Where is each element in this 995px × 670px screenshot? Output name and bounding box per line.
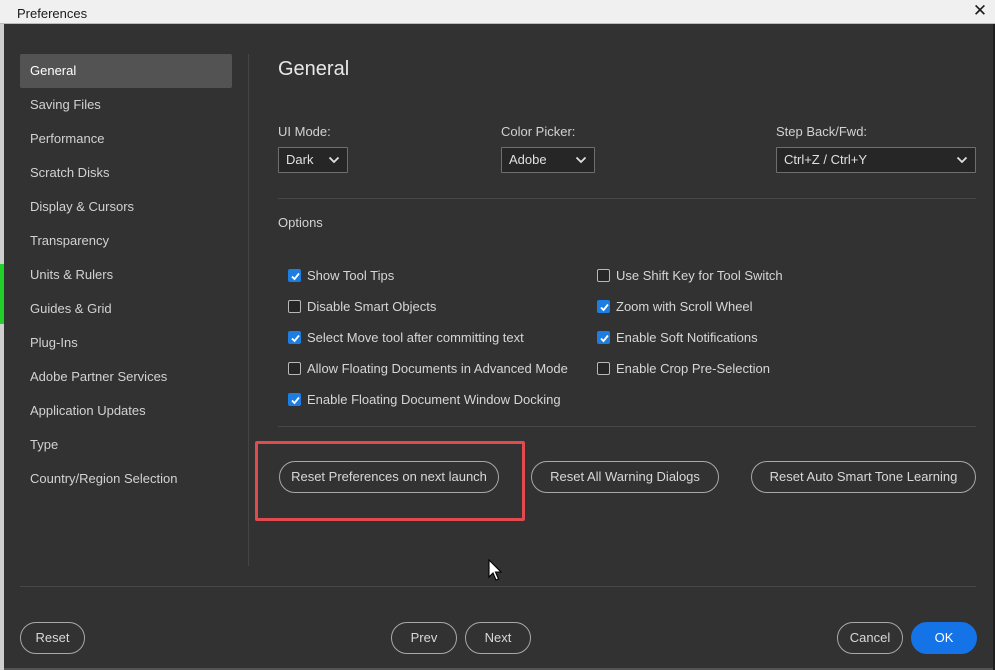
sidebar-item-units-rulers[interactable]: Units & Rulers xyxy=(20,258,232,292)
checkbox-checked[interactable] xyxy=(288,330,301,344)
options-divider xyxy=(278,426,976,427)
sidebar-item-display-cursors[interactable]: Display & Cursors xyxy=(20,190,232,224)
prev-button[interactable]: Prev xyxy=(391,622,457,654)
cancel-button[interactable]: Cancel xyxy=(837,622,903,654)
checkbox-unchecked[interactable] xyxy=(288,361,301,375)
checkmark-icon xyxy=(291,396,300,404)
sidebar-item-guides-grid[interactable]: Guides & Grid xyxy=(20,292,232,326)
mouse-pointer-icon xyxy=(488,559,503,581)
option-select-move-tool[interactable]: Select Move tool after committing text xyxy=(288,328,524,346)
highlight-annotation xyxy=(255,441,525,521)
option-shift-key-tool-switch[interactable]: Use Shift Key for Tool Switch xyxy=(597,266,783,284)
reset-warning-dialogs-button[interactable]: Reset All Warning Dialogs xyxy=(531,461,719,493)
option-zoom-scroll-wheel[interactable]: Zoom with Scroll Wheel xyxy=(597,297,753,315)
option-floating-window-docking[interactable]: Enable Floating Document Window Docking xyxy=(288,390,561,408)
window-title: Preferences xyxy=(17,6,88,21)
footer-divider xyxy=(20,586,976,587)
option-label: Enable Soft Notifications xyxy=(616,329,758,345)
section-divider xyxy=(278,198,976,199)
option-label: Disable Smart Objects xyxy=(307,298,437,314)
sidebar-divider xyxy=(248,54,249,566)
step-back-label: Step Back/Fwd: xyxy=(776,124,868,139)
sidebar-item-type[interactable]: Type xyxy=(20,428,232,462)
sidebar-item-saving-files[interactable]: Saving Files xyxy=(20,88,232,122)
option-crop-pre-selection[interactable]: Enable Crop Pre-Selection xyxy=(597,359,770,377)
ui-mode-value: Dark xyxy=(286,152,314,167)
ui-mode-select[interactable]: Dark xyxy=(278,147,348,173)
checkbox-unchecked[interactable] xyxy=(288,299,301,313)
sidebar-item-performance[interactable]: Performance xyxy=(20,122,232,156)
sidebar-item-application-updates[interactable]: Application Updates xyxy=(20,394,232,428)
option-label: Use Shift Key for Tool Switch xyxy=(616,267,783,283)
option-label: Enable Crop Pre-Selection xyxy=(616,360,770,376)
checkmark-icon xyxy=(600,303,609,311)
options-label: Options xyxy=(278,215,323,230)
sidebar-item-adobe-partner-services[interactable]: Adobe Partner Services xyxy=(20,360,232,394)
chevron-down-icon xyxy=(955,148,969,172)
reset-smart-tone-button[interactable]: Reset Auto Smart Tone Learning xyxy=(751,461,976,493)
checkmark-icon xyxy=(600,334,609,342)
sidebar-item-country-region[interactable]: Country/Region Selection xyxy=(20,462,232,496)
chevron-down-icon xyxy=(327,148,341,172)
ui-mode-label: UI Mode: xyxy=(278,124,331,139)
option-soft-notifications[interactable]: Enable Soft Notifications xyxy=(597,328,758,346)
chevron-down-icon xyxy=(574,148,588,172)
step-back-select[interactable]: Ctrl+Z / Ctrl+Y xyxy=(776,147,976,173)
checkmark-icon xyxy=(291,334,300,342)
color-picker-select[interactable]: Adobe xyxy=(501,147,595,173)
sidebar-item-scratch-disks[interactable]: Scratch Disks xyxy=(20,156,232,190)
option-label: Zoom with Scroll Wheel xyxy=(616,298,753,314)
sidebar-item-plug-ins[interactable]: Plug-Ins xyxy=(20,326,232,360)
reset-button[interactable]: Reset xyxy=(20,622,85,654)
option-label: Show Tool Tips xyxy=(307,267,395,283)
page-title: General xyxy=(278,58,350,80)
option-label: Allow Floating Documents in Advanced Mod… xyxy=(307,360,568,376)
sidebar: General Saving Files Performance Scratch… xyxy=(20,54,232,496)
step-back-value: Ctrl+Z / Ctrl+Y xyxy=(784,152,868,167)
checkbox-checked[interactable] xyxy=(288,268,301,282)
checkbox-checked[interactable] xyxy=(597,330,610,344)
color-picker-label: Color Picker: xyxy=(501,124,576,139)
checkbox-unchecked[interactable] xyxy=(597,268,610,282)
close-icon[interactable]: ✕ xyxy=(971,2,989,20)
option-allow-floating-documents[interactable]: Allow Floating Documents in Advanced Mod… xyxy=(288,359,568,377)
option-label: Select Move tool after committing text xyxy=(307,329,524,345)
sidebar-item-general[interactable]: General xyxy=(20,54,232,88)
preferences-dialog: General Saving Files Performance Scratch… xyxy=(4,24,993,668)
next-button[interactable]: Next xyxy=(465,622,531,654)
sidebar-item-transparency[interactable]: Transparency xyxy=(20,224,232,258)
checkbox-unchecked[interactable] xyxy=(597,361,610,375)
option-label: Enable Floating Document Window Docking xyxy=(307,391,561,407)
checkbox-checked[interactable] xyxy=(288,392,301,406)
checkmark-icon xyxy=(291,272,300,280)
window-titlebar: Preferences ✕ xyxy=(0,0,995,24)
color-picker-value: Adobe xyxy=(509,152,547,167)
ok-button[interactable]: OK xyxy=(911,622,977,654)
checkbox-checked[interactable] xyxy=(597,299,610,313)
option-show-tool-tips[interactable]: Show Tool Tips xyxy=(288,266,394,284)
option-disable-smart-objects[interactable]: Disable Smart Objects xyxy=(288,297,436,315)
